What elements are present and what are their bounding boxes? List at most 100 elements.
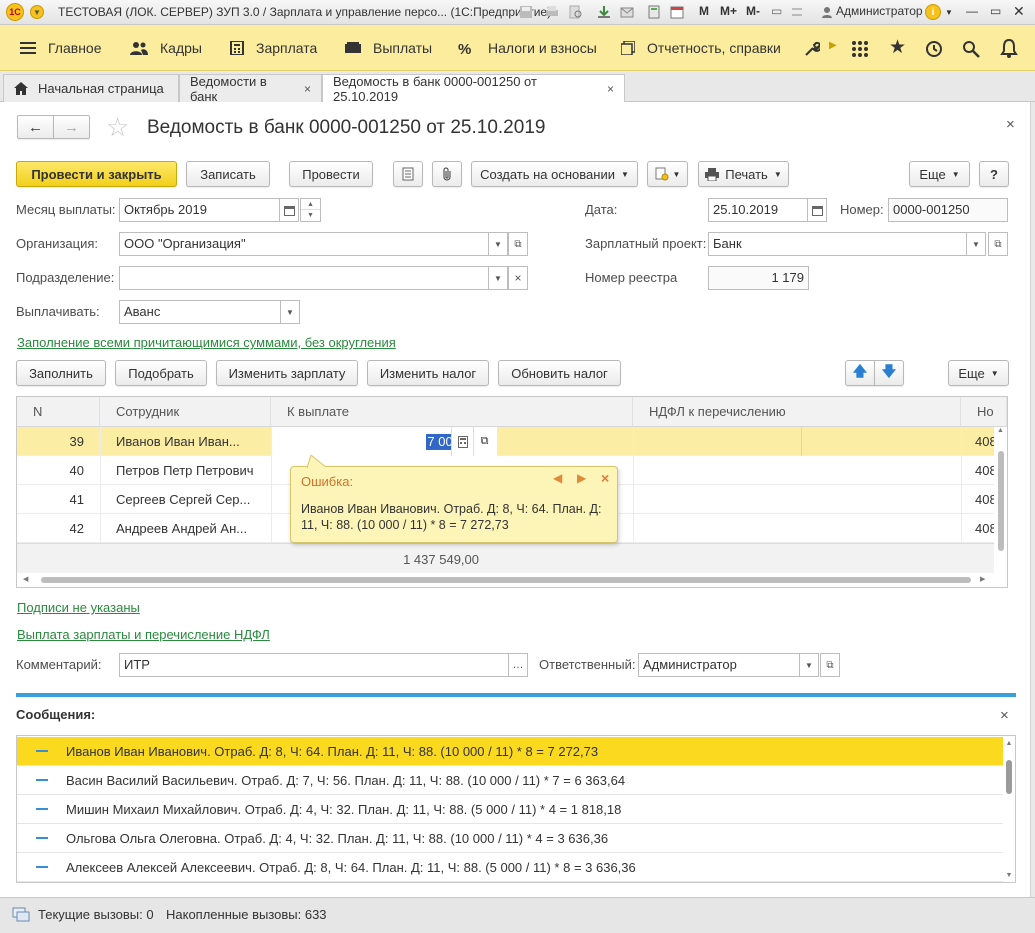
- main-menu-dropdown-icon[interactable]: ▼: [30, 5, 44, 19]
- message-item[interactable]: Мишин Михаил Михайлович. Отраб. Д: 4, Ч:…: [17, 795, 1005, 824]
- signatures-link[interactable]: Подписи не указаны: [17, 600, 140, 615]
- help-button[interactable]: ?: [979, 161, 1009, 187]
- tab-close-icon[interactable]: ×: [304, 82, 311, 96]
- scroll-thumb[interactable]: [1006, 760, 1012, 794]
- department-dropdown-icon[interactable]: ▼: [488, 266, 508, 290]
- organization-dropdown-icon[interactable]: ▼: [488, 232, 508, 256]
- back-button[interactable]: ←: [17, 115, 54, 139]
- create-based-on-button[interactable]: Создать на основании ▼: [471, 161, 638, 187]
- menu-item-payments[interactable]: Выплаты: [345, 25, 432, 71]
- print-button[interactable]: Печать ▼: [698, 161, 789, 187]
- preview-icon[interactable]: [569, 5, 583, 19]
- favorites-star-icon[interactable]: ★: [889, 36, 906, 59]
- scroll-up-icon[interactable]: ▲: [994, 427, 1007, 437]
- responsible-open-icon[interactable]: ⧉: [820, 653, 840, 677]
- move-up-button[interactable]: 🡅: [845, 360, 875, 386]
- department-clear-icon[interactable]: ×: [508, 266, 528, 290]
- more-sections-arrow-icon[interactable]: ▶: [829, 40, 837, 51]
- menu-item-hr[interactable]: Кадры: [130, 25, 202, 71]
- server-calls-icon[interactable]: [12, 906, 30, 922]
- info-dropdown-icon[interactable]: ▼: [945, 8, 953, 17]
- save-button[interactable]: Записать: [186, 161, 270, 187]
- save-icon[interactable]: [519, 5, 533, 19]
- generate-button[interactable]: ▼: [647, 161, 688, 187]
- history-icon[interactable]: [925, 40, 943, 58]
- app-logo-icon[interactable]: 1С: [6, 3, 24, 21]
- search-icon[interactable]: [962, 40, 980, 58]
- month-input[interactable]: Октябрь 2019: [119, 198, 280, 222]
- collapse-icon[interactable]: [790, 5, 804, 19]
- window-minimize-button[interactable]: —: [966, 4, 978, 18]
- pay-type-input[interactable]: Аванс: [119, 300, 281, 324]
- scroll-thumb[interactable]: [997, 451, 1004, 551]
- favorite-star-icon[interactable]: ☆: [106, 112, 129, 143]
- tab-bank-statements[interactable]: Ведомости в банк ×: [179, 74, 322, 104]
- column-header-employee[interactable]: Сотрудник: [100, 397, 271, 427]
- number-input[interactable]: 0000-001250: [888, 198, 1008, 222]
- open-form-icon[interactable]: ⧉: [473, 427, 495, 456]
- attachments-button[interactable]: [432, 161, 462, 187]
- grid-more-button[interactable]: Еще ▼: [948, 360, 1009, 386]
- form-close-button[interactable]: ×: [1006, 116, 1015, 133]
- salary-project-dropdown-icon[interactable]: ▼: [966, 232, 986, 256]
- calendar-icon[interactable]: [670, 5, 684, 19]
- department-input[interactable]: [119, 266, 489, 290]
- calculator-icon[interactable]: [647, 5, 661, 19]
- window-maximize-button[interactable]: ▭: [990, 4, 1001, 18]
- previous-error-icon[interactable]: ◀: [553, 471, 562, 485]
- salary-project-open-icon[interactable]: ⧉: [988, 232, 1008, 256]
- memory-plus-button[interactable]: M+: [720, 4, 737, 18]
- scroll-down-icon[interactable]: ▼: [1003, 872, 1015, 879]
- minimize-panel-icon[interactable]: ▭: [771, 4, 782, 18]
- tab-home[interactable]: Начальная страница: [3, 74, 179, 102]
- message-item[interactable]: Васин Василий Васильевич. Отраб. Д: 7, Ч…: [17, 766, 1005, 795]
- forward-button[interactable]: →: [53, 115, 90, 139]
- current-user[interactable]: Администратор: [836, 4, 923, 18]
- move-down-button[interactable]: 🡇: [874, 360, 904, 386]
- messages-close-button[interactable]: ×: [1000, 707, 1009, 724]
- more-button[interactable]: Еще ▼: [909, 161, 970, 187]
- organization-input[interactable]: ООО "Организация": [119, 232, 489, 256]
- column-header-amount[interactable]: К выплате: [271, 397, 633, 427]
- scroll-right-icon[interactable]: ▶: [980, 575, 985, 583]
- stepper-down-icon[interactable]: ▼: [301, 210, 320, 221]
- column-header-ndfl[interactable]: НДФЛ к перечислению: [633, 397, 961, 427]
- comment-input[interactable]: ИТР: [119, 653, 509, 677]
- stepper-up-icon[interactable]: ▲: [301, 199, 320, 210]
- menu-item-taxes[interactable]: % Налоги и взносы: [458, 25, 597, 71]
- table-horizontal-scrollbar[interactable]: ◀ ▶: [17, 573, 1007, 587]
- date-calendar-button[interactable]: [807, 198, 827, 222]
- column-header-account[interactable]: Но: [961, 397, 1007, 427]
- memory-button[interactable]: M: [699, 4, 709, 18]
- organization-open-icon[interactable]: ⧉: [508, 232, 528, 256]
- wrench-icon[interactable]: [804, 41, 820, 57]
- scroll-left-icon[interactable]: ◀: [23, 575, 28, 583]
- fill-button[interactable]: Заполнить: [16, 360, 106, 386]
- horizontal-scroll-thumb[interactable]: [41, 577, 971, 583]
- all-functions-icon[interactable]: [852, 41, 868, 57]
- table-vertical-scrollbar[interactable]: ▲: [994, 427, 1007, 573]
- notifications-bell-icon[interactable]: [1000, 39, 1018, 58]
- error-close-icon[interactable]: ×: [601, 470, 609, 486]
- pick-button[interactable]: Подобрать: [115, 360, 207, 386]
- menu-item-main[interactable]: Главное: [20, 25, 102, 71]
- message-item[interactable]: Ольгова Ольга Олеговна. Отраб. Д: 4, Ч: …: [17, 824, 1005, 853]
- info-icon[interactable]: i: [925, 4, 941, 20]
- memory-minus-button[interactable]: M-: [746, 4, 760, 18]
- refresh-tax-button[interactable]: Обновить налог: [498, 360, 621, 386]
- send-icon[interactable]: [620, 5, 634, 19]
- window-close-button[interactable]: ✕: [1013, 3, 1025, 20]
- tab-current-statement[interactable]: Ведомость в банк 0000-001250 от 25.10.20…: [322, 74, 625, 104]
- calculator-button[interactable]: [451, 427, 473, 456]
- print-icon[interactable]: [545, 5, 559, 19]
- salary-project-input[interactable]: Банк: [708, 232, 967, 256]
- tab-close-icon[interactable]: ×: [607, 82, 614, 96]
- comment-expand-icon[interactable]: …: [508, 653, 528, 677]
- messages-scrollbar[interactable]: ▲ ▼: [1003, 736, 1015, 882]
- date-input[interactable]: 25.10.2019: [708, 198, 808, 222]
- month-calendar-button[interactable]: [279, 198, 299, 222]
- scroll-up-icon[interactable]: ▲: [1003, 740, 1015, 750]
- next-error-icon[interactable]: ▶: [577, 471, 586, 485]
- menu-item-reports[interactable]: Отчетность, справки: [621, 25, 781, 71]
- registry-number-input[interactable]: 1 179: [708, 266, 809, 290]
